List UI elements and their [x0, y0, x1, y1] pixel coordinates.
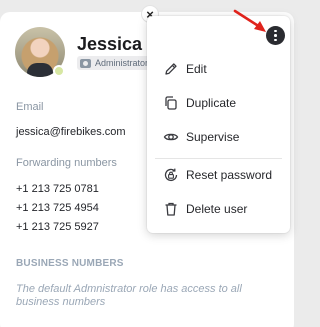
annotation-arrow-icon: [233, 9, 266, 32]
menu-item-edit[interactable]: Edit: [147, 56, 290, 82]
kebab-dot: [274, 34, 277, 37]
trash-icon: [165, 202, 177, 216]
status-dot: [53, 65, 65, 77]
role-label: Administrator: [95, 58, 149, 68]
menu-item-label: Supervise: [186, 130, 240, 144]
business-numbers-note: The default Admnistrator role has access…: [16, 283, 242, 308]
role-badge: Administrator: [77, 56, 157, 70]
avatar-body: [27, 63, 53, 77]
email-value: jessica@firebikes.com: [16, 126, 126, 138]
menu-divider: [155, 158, 282, 159]
lock-reset-icon: [164, 168, 178, 182]
business-numbers-heading: BUSINESS NUMBERS: [16, 258, 124, 269]
user-actions-menu: Edit Duplicate Supervise Reset password: [147, 16, 290, 233]
menu-item-label: Reset password: [186, 168, 273, 182]
forwarding-number: +1 213 725 4954: [16, 202, 99, 214]
forwarding-number: +1 213 725 0781: [16, 183, 99, 195]
email-label: Email: [16, 101, 44, 113]
id-card-icon: [80, 58, 91, 68]
copy-icon: [165, 96, 177, 110]
kebab-dot: [274, 38, 277, 42]
forwarding-label: Forwarding numbers: [16, 157, 117, 169]
menu-item-label: Delete user: [186, 202, 248, 216]
menu-item-delete-user[interactable]: Delete user: [147, 196, 290, 222]
forwarding-number: +1 213 725 5927: [16, 221, 99, 233]
menu-item-supervise[interactable]: Supervise: [147, 124, 290, 150]
menu-item-label: Edit: [186, 62, 207, 76]
menu-item-duplicate[interactable]: Duplicate: [147, 90, 290, 116]
menu-item-reset-password[interactable]: Reset password: [147, 162, 290, 188]
kebab-dot: [274, 29, 277, 33]
pencil-icon: [165, 63, 177, 75]
eye-icon: [163, 133, 179, 141]
menu-item-label: Duplicate: [186, 96, 237, 110]
